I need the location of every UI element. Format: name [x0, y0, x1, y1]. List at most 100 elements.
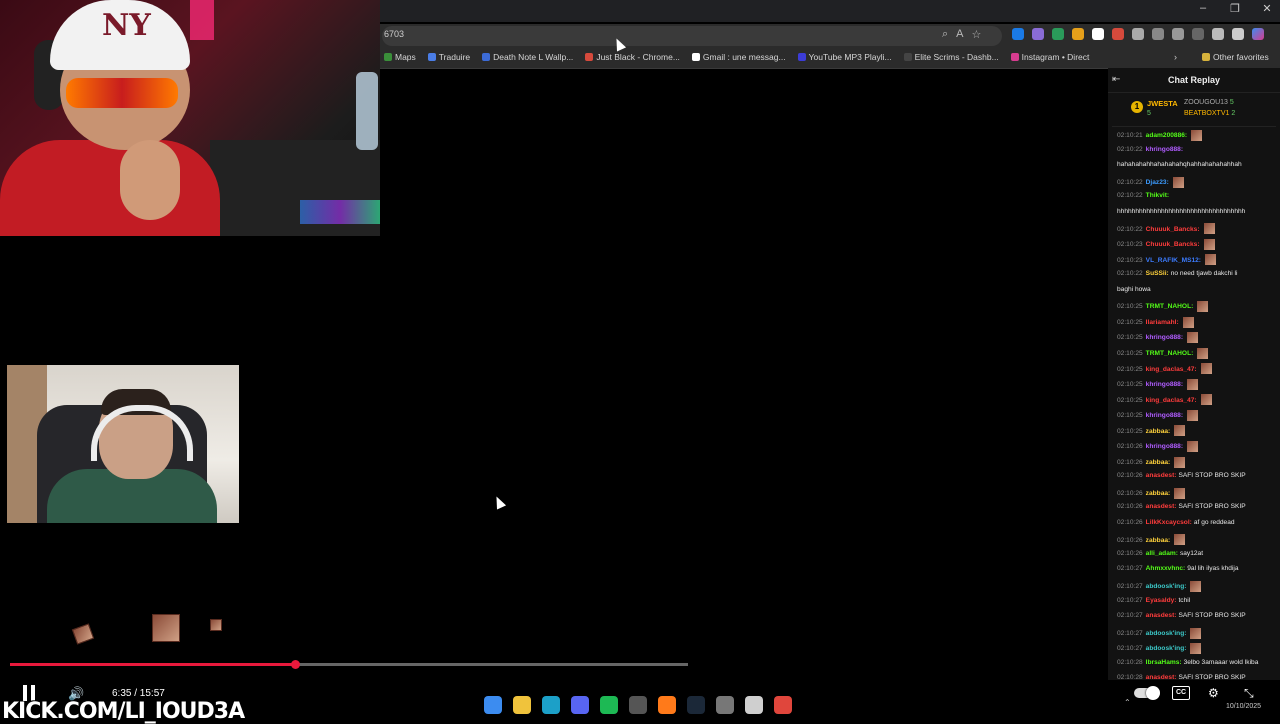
- spotify-icon[interactable]: [600, 696, 618, 714]
- chrome-icon[interactable]: [774, 696, 792, 714]
- chat-timestamp: 02:10:22: [1117, 145, 1143, 153]
- chat-timestamp: 02:10:26: [1117, 443, 1143, 451]
- copilot-icon[interactable]: [1252, 28, 1264, 40]
- progress-scrubber[interactable]: [290, 660, 300, 669]
- chat-message: 02:10:25 king_daclas_47:: [1117, 394, 1212, 406]
- chat-username[interactable]: anasdest:: [1146, 472, 1177, 479]
- collapse-chat-icon[interactable]: ⇤: [1112, 74, 1120, 85]
- chat-username[interactable]: Eyasaldy:: [1146, 597, 1177, 604]
- url-field[interactable]: [382, 26, 1002, 46]
- chat-username[interactable]: Chuuuk_Bancks:: [1146, 241, 1200, 248]
- chat-message: 02:10:25 zabbaa:: [1117, 425, 1186, 437]
- leaderboard-second[interactable]: ZOOUGOU13 5: [1184, 99, 1234, 106]
- bookmark-item[interactable]: Gmail : une messag...: [691, 52, 786, 62]
- settings-app-icon[interactable]: [716, 696, 734, 714]
- bookmark-item[interactable]: Death Note L Wallp...: [482, 52, 573, 62]
- fullscreen-exit-icon[interactable]: ⤡: [1244, 686, 1254, 701]
- extension-icon[interactable]: [1072, 28, 1084, 40]
- extension-icon[interactable]: [1032, 28, 1044, 40]
- chat-username[interactable]: Thikvit:: [1146, 192, 1169, 199]
- profile-avatar-icon[interactable]: [1212, 28, 1224, 40]
- bookmark-item[interactable]: Instagram • Direct: [1010, 52, 1090, 62]
- settings-gear-icon[interactable]: ⚙: [1208, 686, 1219, 700]
- chat-username[interactable]: zabbaa:: [1146, 428, 1171, 435]
- chat-username[interactable]: abdoosk'ing:: [1146, 645, 1187, 652]
- more-menu-icon[interactable]: [1232, 28, 1244, 40]
- chat-username[interactable]: zabbaa:: [1146, 459, 1171, 466]
- chat-username[interactable]: alli_adam:: [1146, 550, 1178, 557]
- bookmark-item[interactable]: Traduire: [427, 52, 470, 62]
- other-favorites[interactable]: Other favorites: [1202, 52, 1269, 62]
- close-window-button[interactable]: ✕: [1260, 2, 1274, 15]
- chat-username[interactable]: anasdest:: [1146, 674, 1177, 681]
- chat-message: 02:10:22 SuSSii: no need tjawb dakchi li: [1117, 270, 1237, 278]
- chat-username[interactable]: Chuuuk_Bancks:: [1146, 226, 1200, 233]
- chat-username[interactable]: TRMT_NAHOL:: [1146, 303, 1194, 310]
- chat-message: 02:10:27 Eyasaldy: tchil: [1117, 597, 1190, 605]
- chat-username[interactable]: abdoosk'ing:: [1146, 630, 1187, 637]
- chat-emote-icon: [1187, 409, 1199, 421]
- bookmark-item[interactable]: Elite Scrims - Dashb...: [903, 52, 999, 62]
- maximize-button[interactable]: ❐: [1228, 2, 1242, 15]
- chat-username[interactable]: zabbaa:: [1146, 537, 1171, 544]
- windows-start-icon[interactable]: [484, 696, 502, 714]
- bookmark-item[interactable]: Just Black - Chrome...: [585, 52, 680, 62]
- system-tray-chevron-icon[interactable]: ⌃: [1124, 698, 1131, 707]
- bookmarks-chevron-icon[interactable]: ›: [1174, 52, 1177, 62]
- store-icon[interactable]: [629, 696, 647, 714]
- chat-username[interactable]: khringo888:: [1146, 146, 1183, 153]
- bookmark-item[interactable]: Maps: [384, 52, 416, 62]
- autoplay-toggle[interactable]: [1134, 686, 1160, 700]
- chat-username[interactable]: khringo888:: [1146, 412, 1183, 419]
- chat-emote-icon: [1174, 456, 1186, 468]
- chat-username[interactable]: IbrsaHams:: [1146, 659, 1182, 666]
- bookmark-item[interactable]: YouTube MP3 Playli...: [797, 52, 892, 62]
- leaderboard-third[interactable]: BEATBOXTV1 2: [1184, 110, 1235, 117]
- water-bottle: [356, 72, 378, 150]
- chat-title: Chat Replay: [1168, 75, 1221, 85]
- steam-icon[interactable]: [687, 696, 705, 714]
- chat-username[interactable]: khringo888:: [1146, 443, 1183, 450]
- chat-username[interactable]: TRMT_NAHOL:: [1146, 350, 1194, 357]
- chat-message: baghi howa: [1117, 286, 1151, 294]
- chat-username[interactable]: abdoosk'ing:: [1146, 583, 1187, 590]
- discord-icon[interactable]: [571, 696, 589, 714]
- chat-username[interactable]: khringo888:: [1146, 381, 1183, 388]
- chat-username[interactable]: zabbaa:: [1146, 490, 1171, 497]
- read-aloud-icon[interactable]: A: [956, 28, 963, 41]
- chat-username[interactable]: Ahmxxvhnc:: [1146, 565, 1186, 572]
- chat-username[interactable]: king_daclas_47:: [1146, 366, 1197, 373]
- minimize-button[interactable]: –: [1196, 2, 1210, 15]
- extension-icon[interactable]: [1012, 28, 1024, 40]
- game-launcher-icon[interactable]: [745, 696, 763, 714]
- chat-username[interactable]: anasdest:: [1146, 503, 1177, 510]
- favorite-star-icon[interactable]: ☆: [972, 28, 982, 41]
- collections-icon[interactable]: [1192, 28, 1204, 40]
- url-text[interactable]: 6703: [384, 29, 404, 39]
- edge-browser-icon[interactable]: [542, 696, 560, 714]
- chat-emote-icon: [1190, 627, 1202, 639]
- captions-icon[interactable]: CC: [1172, 686, 1190, 700]
- chat-username[interactable]: VL_RAFIK_MS12:: [1146, 257, 1201, 264]
- chat-username[interactable]: king_daclas_47:: [1146, 397, 1197, 404]
- zoom-icon[interactable]: ⌕: [942, 28, 948, 41]
- chat-username[interactable]: anasdest:: [1146, 612, 1177, 619]
- split-screen-icon[interactable]: [1152, 28, 1164, 40]
- chat-username[interactable]: Djaz23:: [1146, 179, 1169, 186]
- leaderboard-first[interactable]: JWESTA: [1147, 99, 1178, 108]
- file-explorer-icon[interactable]: [513, 696, 531, 714]
- chat-username[interactable]: adam200886:: [1146, 132, 1187, 139]
- chat-timestamp: 02:10:25: [1117, 412, 1143, 420]
- refresh-icon[interactable]: [1132, 28, 1144, 40]
- chat-username[interactable]: LilkKxcaycsol:: [1146, 519, 1192, 526]
- extension-icon[interactable]: [1092, 28, 1104, 40]
- bookmark-label: Instagram • Direct: [1021, 52, 1090, 62]
- chat-message: 02:10:25 khringo888:: [1117, 378, 1199, 390]
- extension-icon[interactable]: [1052, 28, 1064, 40]
- app-orange-icon[interactable]: [658, 696, 676, 714]
- chat-username[interactable]: khringo888:: [1146, 334, 1183, 341]
- favorites-icon[interactable]: [1172, 28, 1184, 40]
- extension-icon[interactable]: [1112, 28, 1124, 40]
- chat-username[interactable]: SuSSii:: [1146, 270, 1169, 277]
- chat-username[interactable]: Ilariamahl:: [1146, 319, 1179, 326]
